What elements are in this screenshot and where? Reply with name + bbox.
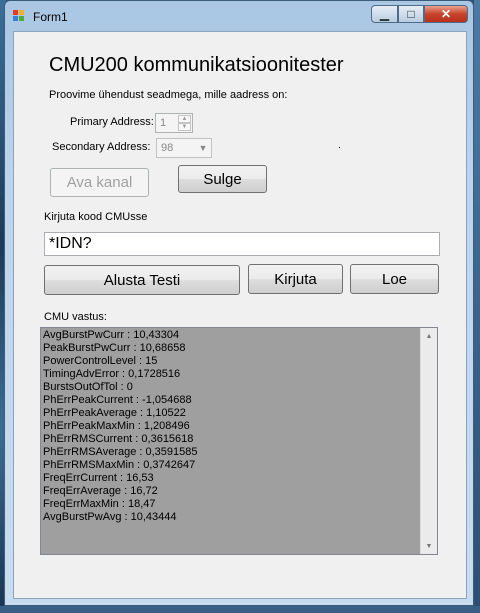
stray-dot [339, 147, 340, 148]
response-line: AvgBurstPwCurr : 10,43304 [43, 329, 180, 341]
start-test-button[interactable]: Alusta Testi [44, 265, 240, 295]
intro-text: Proovime ühendust seadmega, mille aadres… [49, 89, 288, 101]
vertical-scrollbar[interactable]: ▲ ▼ [420, 328, 437, 554]
response-line: PhErrPeakCurrent : -1,054688 [43, 394, 192, 406]
response-line: FreqErrCurrent : 16,53 [43, 472, 154, 484]
secondary-address-label: Secondary Address: [52, 141, 151, 153]
response-line: PeakBurstPwCurr : 10,68658 [43, 342, 186, 354]
code-label: Kirjuta kood CMUsse [44, 211, 148, 223]
response-line: PhErrPeakAverage : 1,10522 [43, 407, 186, 419]
response-line: PhErrPeakMaxMin : 1,208496 [43, 420, 190, 432]
response-line: PhErrRMSMaxMin : 0,3742647 [43, 459, 196, 471]
response-line: AvgBurstPwAvg : 10,43444 [43, 511, 177, 523]
page-title: CMU200 kommunikatsioonitester [49, 54, 344, 76]
code-input[interactable]: *IDN? [44, 232, 440, 256]
form-window: Form1 ▁ □ ✕ CMU200 kommunikatsiooniteste… [4, 0, 474, 606]
response-line: TimingAdvError : 0,1728516 [43, 368, 181, 380]
response-line: PowerControlLevel : 15 [43, 355, 158, 367]
maximize-button[interactable]: □ [398, 5, 424, 23]
open-channel-button[interactable]: Ava kanal [50, 168, 149, 197]
write-button[interactable]: Kirjuta [248, 264, 343, 294]
taskbar-edge [0, 606, 480, 613]
close-channel-button[interactable]: Sulge [178, 165, 267, 193]
stepper-down-icon[interactable]: ▼ [178, 123, 191, 131]
primary-address-stepper[interactable]: 1 ▲ ▼ [155, 113, 193, 133]
desktop-edge [474, 0, 480, 613]
read-button[interactable]: Loe [350, 264, 439, 294]
response-line: FreqErrMaxMin : 18,47 [43, 498, 156, 510]
response-textarea[interactable]: AvgBurstPwCurr : 10,43304 PeakBurstPwCurr… [40, 327, 438, 555]
response-line: FreqErrAverage : 16,72 [43, 485, 158, 497]
response-lines: AvgBurstPwCurr : 10,43304 PeakBurstPwCurr… [43, 329, 198, 524]
response-label: CMU vastus: [44, 311, 107, 323]
primary-address-label: Primary Address: [70, 116, 154, 128]
response-line: PhErrRMSAverage : 0,3591585 [43, 446, 198, 458]
close-window-button[interactable]: ✕ [424, 5, 468, 23]
response-line: PhErrRMSCurrent : 0,3615618 [43, 433, 194, 445]
stepper-up-icon[interactable]: ▲ [178, 115, 191, 123]
response-line: BurstsOutOfTol : 0 [43, 381, 133, 393]
title-bar[interactable]: Form1 ▁ □ ✕ [5, 1, 473, 31]
minimize-button[interactable]: ▁ [371, 5, 398, 23]
secondary-address-select[interactable]: 98 ▼ [156, 138, 212, 158]
window-title: Form1 [33, 10, 68, 24]
secondary-address-value: 98 [161, 142, 174, 154]
form-client-area: CMU200 kommunikatsioonitester Proovime ü… [13, 31, 467, 599]
app-icon [13, 10, 25, 22]
primary-address-value: 1 [160, 117, 167, 129]
chevron-down-icon[interactable]: ▼ [195, 139, 211, 157]
scroll-up-icon[interactable]: ▲ [421, 328, 437, 344]
scroll-down-icon[interactable]: ▼ [421, 538, 437, 554]
